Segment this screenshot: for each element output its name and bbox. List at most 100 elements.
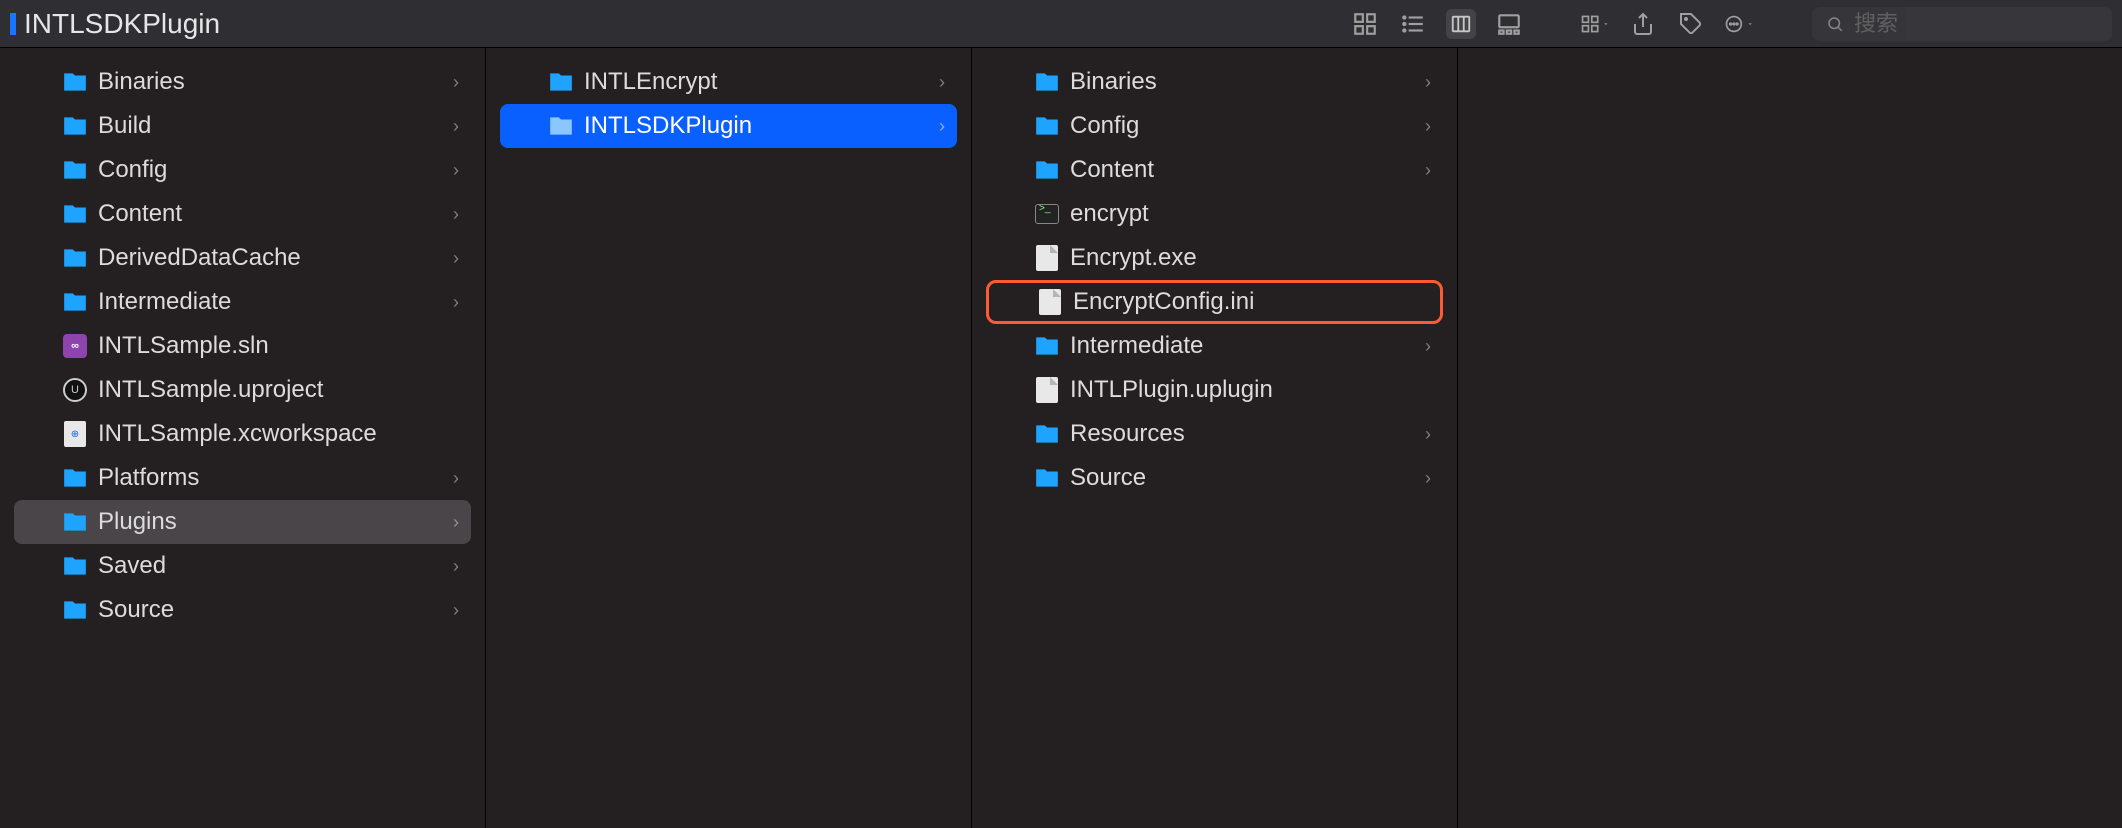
column-0: Binaries›Build›Config›Content›DerivedDat… <box>0 48 486 828</box>
chevron-right-icon: › <box>453 600 459 621</box>
list-item[interactable]: Saved› <box>14 544 471 588</box>
list-item[interactable]: ∞INTLSample.sln <box>14 324 471 368</box>
list-item[interactable]: encrypt <box>986 192 1443 236</box>
list-item[interactable]: Intermediate › <box>14 280 471 324</box>
term-icon <box>1034 201 1060 227</box>
list-item[interactable]: Intermediate› <box>986 324 1443 368</box>
tag-icon[interactable] <box>1676 9 1706 39</box>
chevron-right-icon: › <box>453 116 459 137</box>
folder-icon <box>548 69 574 95</box>
list-item[interactable]: Resources › <box>986 412 1443 456</box>
chevron-right-icon: › <box>1425 336 1431 357</box>
item-label: DerivedDataCache <box>98 244 443 272</box>
folder-icon <box>1034 69 1060 95</box>
folder-icon <box>62 509 88 535</box>
folder-icon <box>62 201 88 227</box>
item-label: Binaries <box>98 68 443 96</box>
chevron-right-icon: › <box>453 292 459 313</box>
search-input[interactable] <box>1854 11 2098 37</box>
window-title: INTLSDKPlugin <box>24 8 220 40</box>
xc-icon: ⊕ <box>62 421 88 447</box>
chevron-right-icon: › <box>939 116 945 137</box>
list-item[interactable]: Binaries› <box>986 60 1443 104</box>
item-label: INTLEncrypt <box>584 68 929 96</box>
list-item[interactable]: Config› <box>986 104 1443 148</box>
chevron-right-icon: › <box>453 160 459 181</box>
folder-icon <box>1034 157 1060 183</box>
column-view-icon[interactable] <box>1446 9 1476 39</box>
item-label: INTLPlugin.uplugin <box>1070 376 1431 404</box>
item-label: Intermediate <box>98 288 443 316</box>
list-item[interactable]: EncryptConfig.ini <box>986 280 1443 324</box>
list-item[interactable]: Platforms › <box>14 456 471 500</box>
more-icon[interactable] <box>1724 9 1754 39</box>
list-item[interactable]: Plugins › <box>14 500 471 544</box>
item-label: Binaries <box>1070 68 1415 96</box>
folder-icon <box>62 465 88 491</box>
file-icon <box>1037 289 1063 315</box>
folder-icon <box>548 113 574 139</box>
list-item[interactable]: Build › <box>14 104 471 148</box>
list-item[interactable]: Config › <box>14 148 471 192</box>
list-view-icon[interactable] <box>1398 9 1428 39</box>
list-item[interactable]: Source › <box>14 588 471 632</box>
search-box[interactable] <box>1812 7 2112 41</box>
ue-icon: U <box>62 377 88 403</box>
item-label: Platforms <box>98 464 443 492</box>
folder-icon <box>1034 465 1060 491</box>
folder-icon <box>1034 421 1060 447</box>
list-item[interactable]: Binaries › <box>14 60 471 104</box>
item-label: Source <box>98 596 443 624</box>
chevron-right-icon: › <box>1425 160 1431 181</box>
folder-icon <box>62 553 88 579</box>
folder-icon <box>62 245 88 271</box>
chevron-right-icon: › <box>453 204 459 225</box>
toolbar: INTLSDKPlugin <box>0 0 2122 48</box>
share-icon[interactable] <box>1628 9 1658 39</box>
list-item[interactable]: INTLSDKPlugin › <box>500 104 957 148</box>
item-label: INTLSample.uproject <box>98 376 459 404</box>
item-label: Encrypt.exe <box>1070 244 1431 272</box>
item-label: EncryptConfig.ini <box>1073 288 1428 316</box>
list-item[interactable]: Encrypt.exe <box>986 236 1443 280</box>
chevron-right-icon: › <box>1425 424 1431 445</box>
column-1: INTLEncrypt › INTLSDKPlugin › <box>486 48 972 828</box>
list-item[interactable]: Content › <box>986 148 1443 192</box>
window-indicator <box>10 13 16 35</box>
item-label: encrypt <box>1070 200 1431 228</box>
chevron-right-icon: › <box>453 468 459 489</box>
list-item[interactable]: INTLEncrypt › <box>500 60 957 104</box>
item-label: Resources <box>1070 420 1415 448</box>
chevron-right-icon: › <box>1425 468 1431 489</box>
folder-icon <box>1034 113 1060 139</box>
vs-icon: ∞ <box>62 333 88 359</box>
list-item[interactable]: Content › <box>14 192 471 236</box>
icon-view-icon[interactable] <box>1350 9 1380 39</box>
item-label: Content <box>98 200 443 228</box>
folder-icon <box>1034 333 1060 359</box>
list-item[interactable]: Source› <box>986 456 1443 500</box>
list-item[interactable]: DerivedDataCache › <box>14 236 471 280</box>
group-by-icon[interactable] <box>1580 9 1610 39</box>
chevron-right-icon: › <box>453 248 459 269</box>
chevron-right-icon: › <box>453 72 459 93</box>
chevron-right-icon: › <box>939 72 945 93</box>
folder-icon <box>62 597 88 623</box>
item-label: Config <box>98 156 443 184</box>
item-label: Config <box>1070 112 1415 140</box>
list-item[interactable]: INTLPlugin.uplugin <box>986 368 1443 412</box>
item-label: Plugins <box>98 508 443 536</box>
file-icon <box>1034 377 1060 403</box>
item-label: Content <box>1070 156 1415 184</box>
column-3 <box>1458 48 2122 828</box>
column-browser: Binaries›Build›Config›Content›DerivedDat… <box>0 48 2122 828</box>
item-label: Build <box>98 112 443 140</box>
list-item[interactable]: ⊕INTLSample.xcworkspace <box>14 412 471 456</box>
column-2: Binaries›Config›Content›encryptEncrypt.e… <box>972 48 1458 828</box>
list-item[interactable]: U INTLSample.uproject <box>14 368 471 412</box>
folder-icon <box>62 113 88 139</box>
gallery-view-icon[interactable] <box>1494 9 1524 39</box>
chevron-right-icon: › <box>453 512 459 533</box>
item-label: INTLSDKPlugin <box>584 112 929 140</box>
folder-icon <box>62 157 88 183</box>
